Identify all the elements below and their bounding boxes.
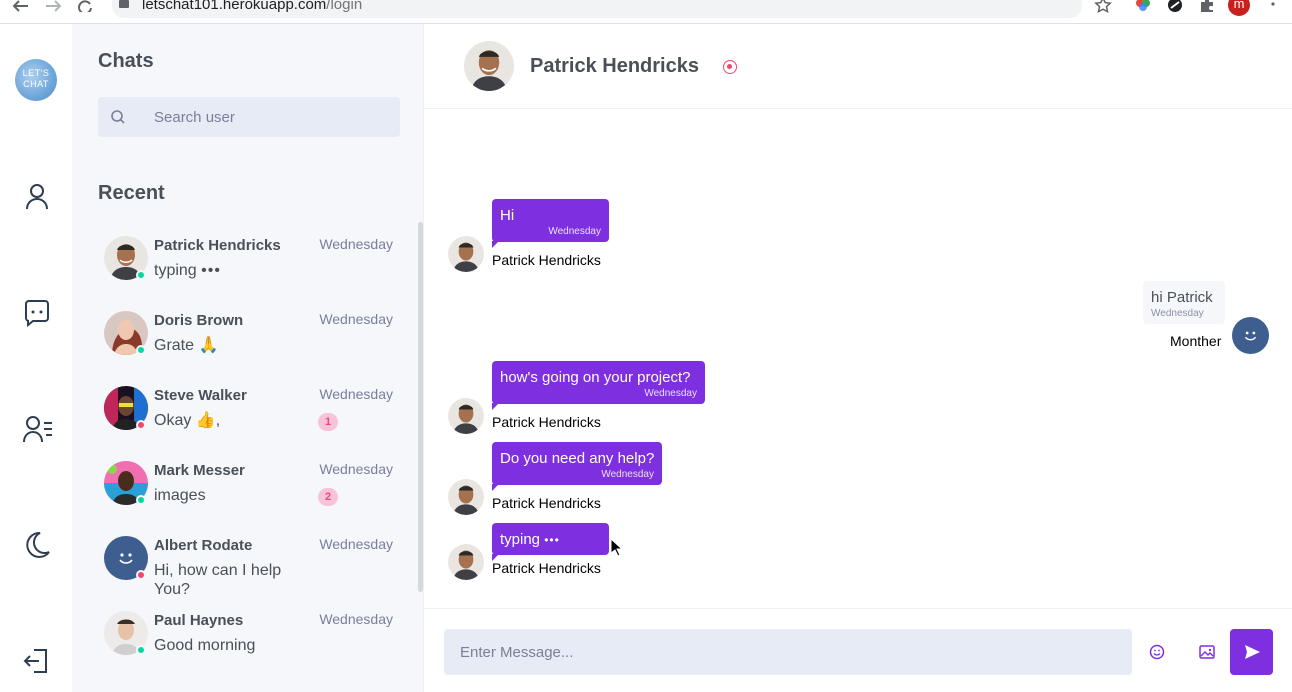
chat-time: Wednesday (319, 536, 393, 552)
message-bubble-incoming: Hi Wednesday (492, 199, 609, 248)
contacts-icon[interactable] (22, 414, 52, 444)
chat-name: Steve Walker (154, 387, 247, 404)
chat-time: Wednesday (319, 386, 393, 402)
message-composer (424, 608, 1292, 692)
lock-icon (118, 0, 130, 10)
side-nav: LET'S CHAT (0, 24, 72, 692)
sender-avatar (448, 236, 484, 272)
chat-list-panel: Chats Recent Patrick Hendricks typing ••… (72, 24, 424, 692)
mouse-cursor-icon (610, 538, 622, 556)
more-vert-icon[interactable] (1264, 0, 1282, 14)
sender-avatar (448, 479, 484, 515)
message-text: Do you need any help? (500, 450, 655, 467)
chat-name: Albert Rodate (154, 537, 253, 554)
url-text[interactable]: letschat101.herokuapp.com/login (142, 0, 362, 13)
back-icon[interactable] (12, 0, 30, 16)
message-sender: Patrick Hendricks (492, 252, 601, 268)
conversation-header: Patrick Hendricks (424, 24, 1292, 109)
reload-icon[interactable] (77, 0, 95, 16)
contact-avatar[interactable] (464, 41, 514, 91)
chat-name: Patrick Hendricks (154, 237, 281, 254)
profile-icon[interactable] (22, 181, 52, 211)
color-extension-icon[interactable] (1134, 0, 1152, 14)
message-time: Wednesday (1151, 308, 1204, 319)
chat-item-mark-messer[interactable]: Mark Messer images Wednesday 2 (98, 461, 398, 531)
sender-avatar (448, 544, 484, 580)
search-input[interactable] (142, 97, 392, 137)
chat-preview: Okay 👍, (154, 412, 221, 429)
chat-preview: Hi, how can I help You? (154, 562, 282, 598)
chats-icon[interactable] (22, 298, 52, 328)
message-input[interactable] (444, 629, 1132, 675)
online-status-icon (136, 495, 146, 505)
contact-name[interactable]: Patrick Hendricks (530, 55, 699, 78)
chat-name: Mark Messer (154, 462, 245, 479)
message-text: hi Patrick (1151, 289, 1213, 306)
chat-item-doris-brown[interactable]: Doris Brown Grate 🙏 Wednesday (98, 311, 398, 381)
chat-preview: typing ••• (154, 262, 221, 279)
message-text: Hi (500, 207, 515, 224)
chat-name: Paul Haynes (154, 612, 244, 629)
sender-avatar (448, 398, 484, 434)
puzzle-icon[interactable] (1198, 0, 1216, 14)
profile-avatar[interactable]: m (1228, 0, 1250, 16)
offline-status-icon (723, 60, 737, 74)
online-status-icon (136, 345, 146, 355)
message-bubble-outgoing: hi Patrick Wednesday (1143, 281, 1225, 324)
typing-dots-icon: ••• (544, 533, 560, 547)
unread-badge: 1 (318, 413, 338, 431)
message-time: Wednesday (601, 469, 654, 480)
chat-time: Wednesday (319, 611, 393, 627)
message-time: Wednesday (548, 226, 601, 237)
chat-preview: Grate 🙏 (154, 337, 219, 354)
recent-title: Recent (98, 182, 165, 204)
emoji-icon[interactable] (1148, 643, 1166, 661)
chat-time: Wednesday (319, 236, 393, 252)
chat-time: Wednesday (319, 311, 393, 327)
forward-icon[interactable] (44, 0, 62, 16)
user-avatar (1232, 317, 1269, 354)
conversation-panel: Patrick Hendricks Hi Wednesday Patrick H… (424, 24, 1292, 692)
search-box (98, 97, 400, 137)
typing-bubble: typing ••• (492, 523, 609, 561)
chat-item-steve-walker[interactable]: Steve Walker Okay 👍, Wednesday 1 (98, 386, 398, 456)
logout-icon[interactable] (22, 646, 52, 676)
offline-status-icon (136, 570, 146, 580)
message-bubble-incoming: how's going on your project? Wednesday (492, 361, 705, 410)
search-icon (110, 109, 126, 125)
message-sender: Monther (1170, 333, 1222, 349)
chats-title: Chats (98, 50, 154, 72)
chat-preview: images (154, 487, 206, 504)
chat-item-paul-haynes[interactable]: Paul Haynes Good morning Wednesday (98, 611, 398, 681)
message-sender: Patrick Hendricks (492, 560, 601, 576)
message-sender: Patrick Hendricks (492, 414, 601, 430)
online-status-icon (136, 270, 146, 280)
chat-item-albert-rodate[interactable]: Albert Rodate Hi, how can I help You? We… (98, 536, 398, 606)
chat-list-scrollbar[interactable] (418, 222, 423, 592)
chat-name: Doris Brown (154, 312, 244, 329)
image-attach-icon[interactable] (1198, 643, 1216, 661)
message-text: how's going on your project? (500, 369, 691, 386)
message-text: typing ••• (500, 531, 560, 548)
online-status-icon (136, 645, 146, 655)
browser-toolbar: letschat101.herokuapp.com/login m (0, 0, 1292, 24)
bookmark-star-icon[interactable] (1094, 0, 1112, 14)
chat-item-patrick-hendricks[interactable]: Patrick Hendricks typing ••• Wednesday (98, 236, 398, 306)
message-bubble-incoming: Do you need any help? Wednesday (492, 442, 662, 491)
message-sender: Patrick Hendricks (492, 495, 601, 511)
extension-icon[interactable] (1166, 0, 1184, 14)
chat-time: Wednesday (319, 461, 393, 477)
unread-badge: 2 (318, 488, 338, 506)
send-icon (1245, 645, 1260, 659)
send-button[interactable] (1230, 629, 1273, 675)
app-logo[interactable]: LET'S CHAT (15, 59, 57, 101)
message-time: Wednesday (644, 388, 697, 399)
offline-status-icon (136, 420, 146, 430)
typing-dots-icon: ••• (201, 262, 221, 279)
chat-preview: Good morning (154, 637, 256, 654)
dark-mode-icon[interactable] (22, 530, 52, 560)
